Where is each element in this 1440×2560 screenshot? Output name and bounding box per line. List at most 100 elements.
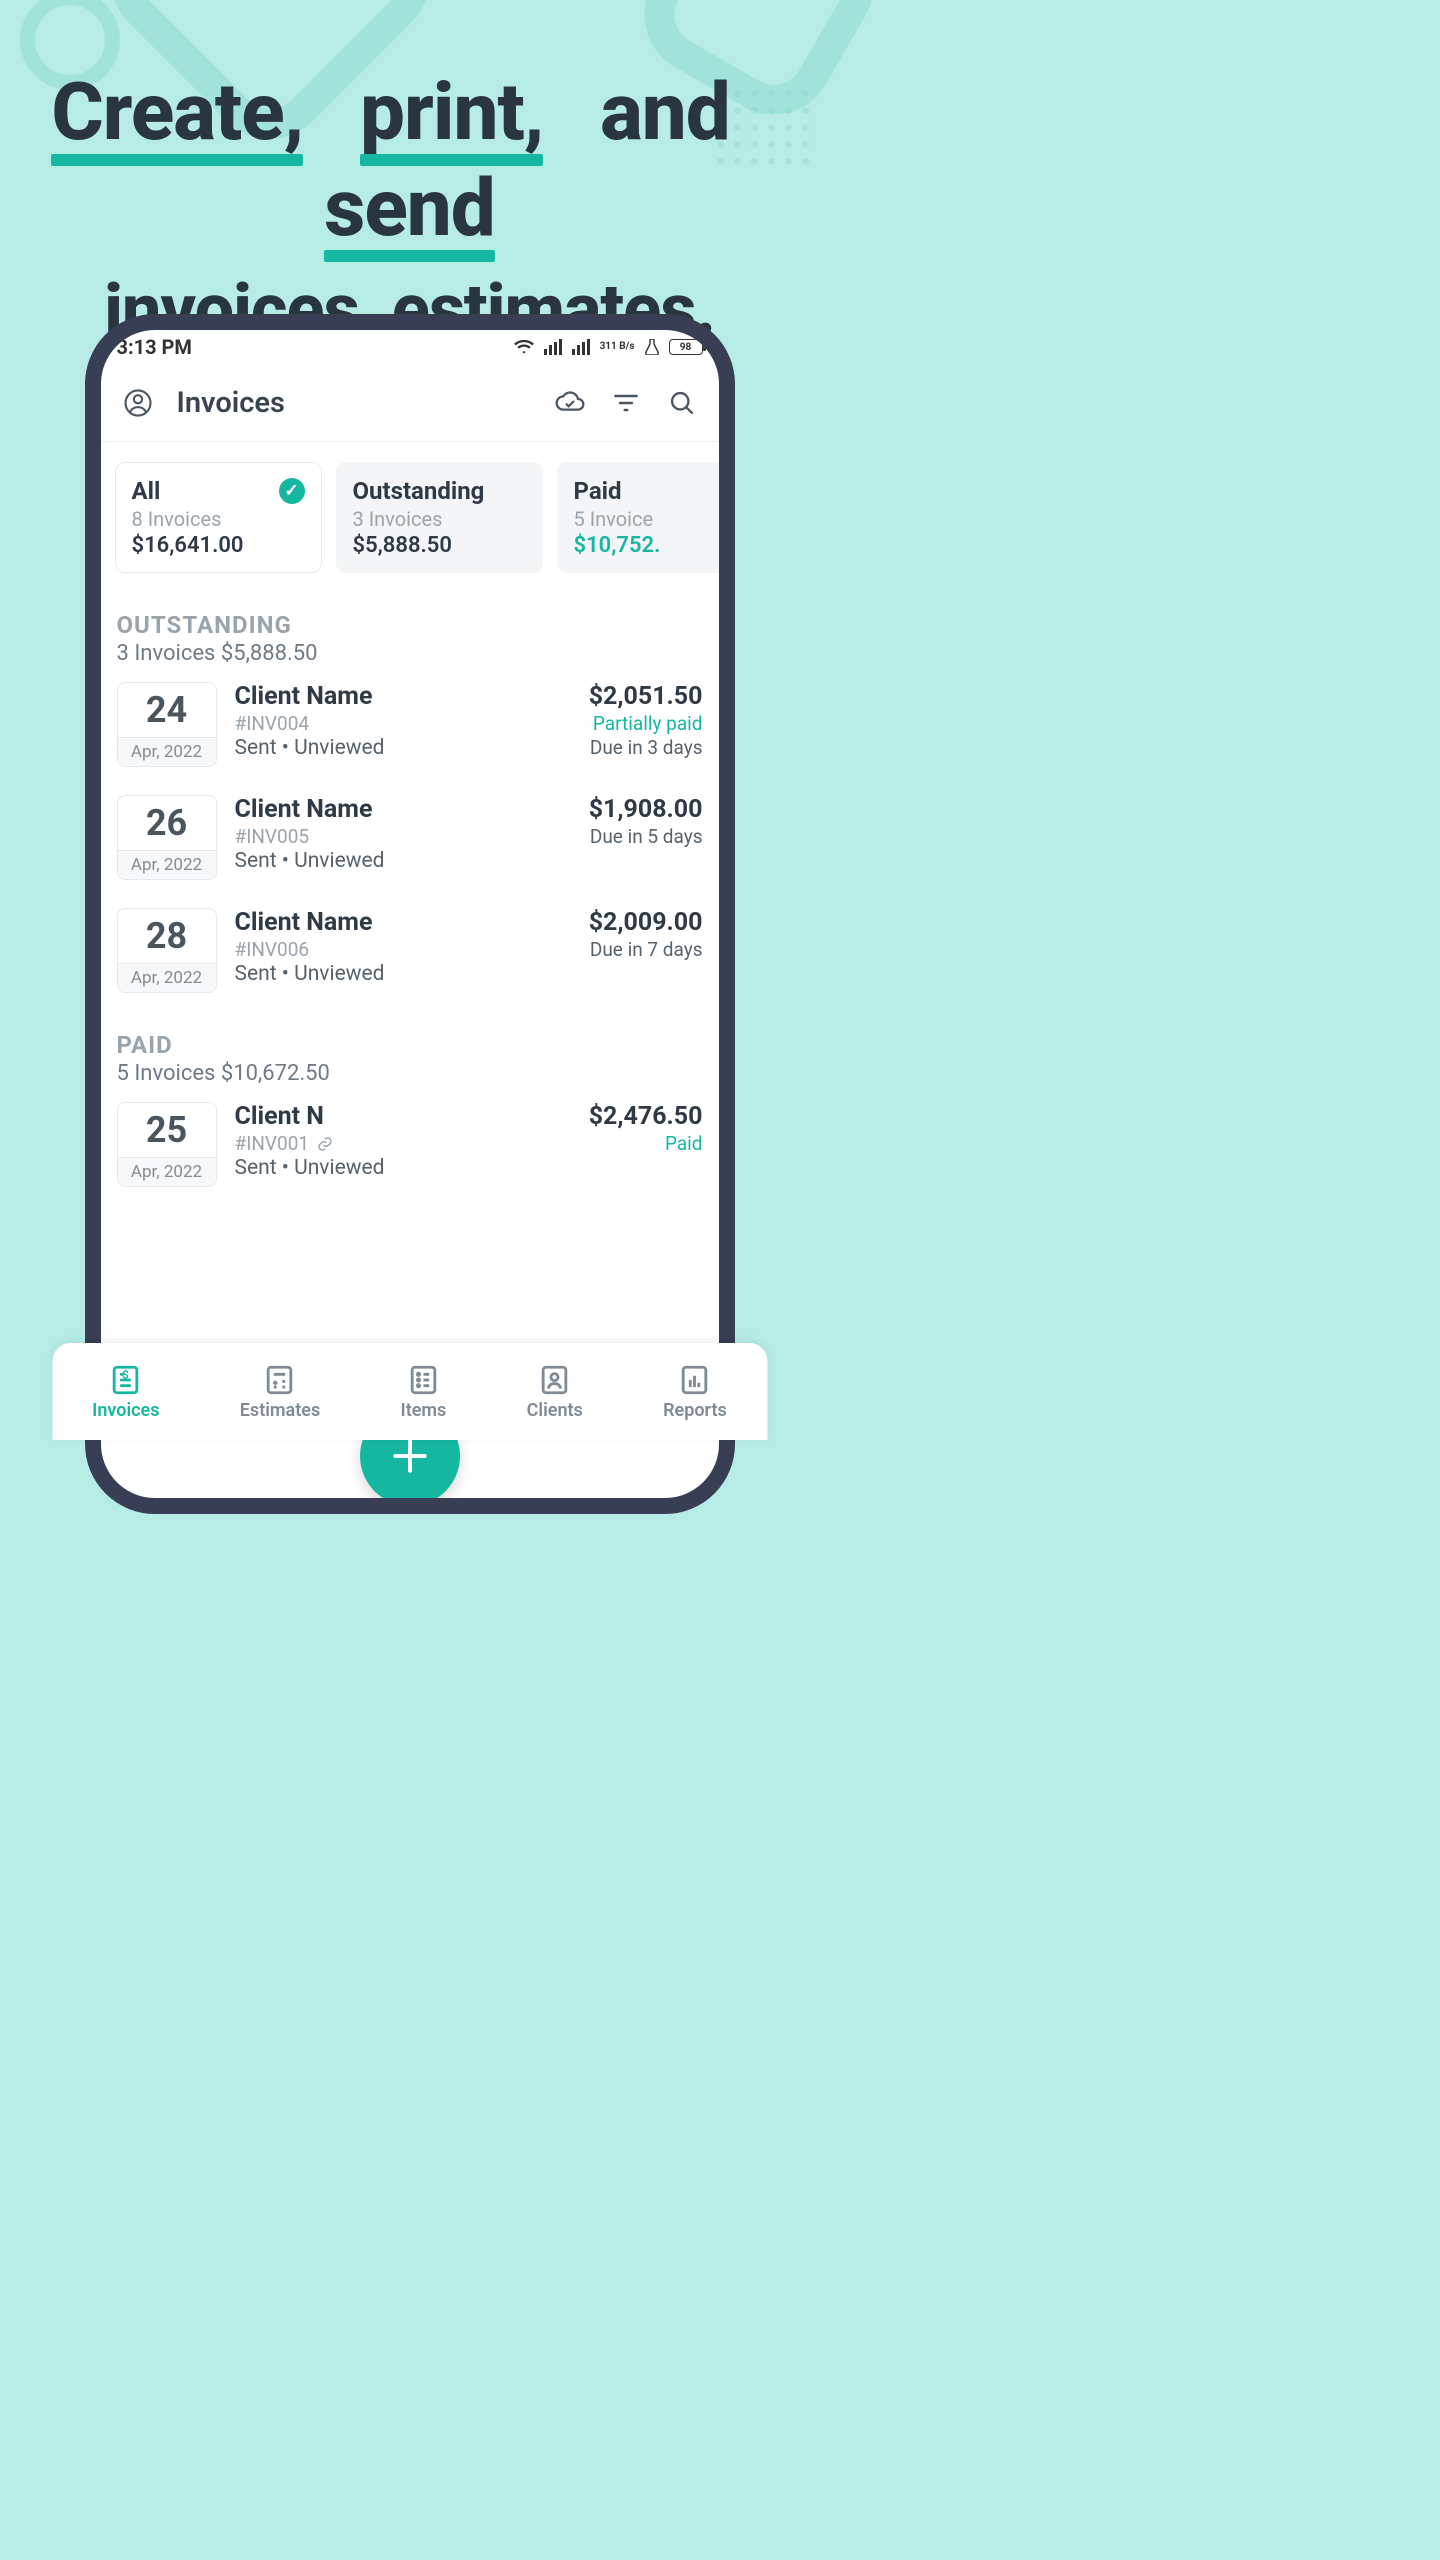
filter-icon[interactable] xyxy=(609,386,643,420)
invoice-due: Due in 5 days xyxy=(589,825,703,848)
invoice-row[interactable]: 28 Apr, 2022 Client Name #INV006 Sent • … xyxy=(101,894,719,1007)
search-icon[interactable] xyxy=(665,386,699,420)
section-subtitle: 3 Invoices $5,888.50 xyxy=(117,641,703,666)
tab-label: Estimates xyxy=(240,1400,320,1421)
invoice-row[interactable]: 25 Apr, 2022 Client N #INV001 Sent • Unv… xyxy=(101,1088,719,1201)
invoice-amount: $2,476.50 xyxy=(589,1102,703,1131)
tab-invoices[interactable]: $ Invoices xyxy=(92,1363,159,1421)
filter-sub: 3 Invoices xyxy=(353,507,526,531)
headline: Create, print, and send invoices, estima… xyxy=(0,0,819,352)
client-name: Client Name xyxy=(235,682,571,711)
invoice-number: #INV006 xyxy=(235,938,571,961)
invoice-status: Sent • Unviewed xyxy=(235,736,571,760)
headline-word: and xyxy=(600,65,730,159)
filter-card-paid[interactable]: Paid 5 Invoice $10,752. xyxy=(557,462,719,573)
invoice-details: Client N #INV001 Sent • Unviewed xyxy=(235,1102,571,1180)
invoice-amount: $2,009.00 xyxy=(589,908,703,937)
section-outstanding: OUTSTANDING 3 Invoices $5,888.50 xyxy=(101,587,719,668)
filter-title: Paid xyxy=(574,477,622,505)
date-day: 26 xyxy=(118,796,216,850)
invoice-due: Due in 7 days xyxy=(589,938,703,961)
items-icon xyxy=(406,1363,440,1397)
filter-sub: 5 Invoice xyxy=(574,507,719,531)
tab-bar: $ Invoices Estimates Items Clients Repor… xyxy=(52,1343,767,1440)
status-bar: 3:13 PM 311 B/s 98 xyxy=(101,330,719,364)
invoice-due: Due in 3 days xyxy=(589,736,703,759)
tab-reports[interactable]: Reports xyxy=(663,1363,727,1421)
headline-word: send xyxy=(324,160,494,256)
wifi-icon xyxy=(514,339,534,355)
svg-text:$: $ xyxy=(123,1367,129,1381)
invoice-status: Sent • Unviewed xyxy=(235,849,571,873)
invoice-row[interactable]: 26 Apr, 2022 Client Name #INV005 Sent • … xyxy=(101,781,719,894)
invoice-note: Partially paid xyxy=(589,712,703,735)
date-tile: 25 Apr, 2022 xyxy=(117,1102,217,1187)
date-tile: 24 Apr, 2022 xyxy=(117,682,217,767)
invoice-note: Paid xyxy=(589,1132,703,1155)
date-day: 28 xyxy=(118,909,216,963)
app-header: Invoices xyxy=(101,364,719,442)
headline-space xyxy=(562,65,581,159)
tab-label: Items xyxy=(401,1400,447,1421)
profile-icon[interactable] xyxy=(121,386,155,420)
tab-label: Clients xyxy=(527,1400,583,1421)
headline-word: Create, xyxy=(51,64,303,160)
date-month: Apr, 2022 xyxy=(118,850,216,879)
invoice-row[interactable]: 24 Apr, 2022 Client Name #INV004 Sent • … xyxy=(101,668,719,781)
status-time: 3:13 PM xyxy=(117,335,192,359)
headline-space xyxy=(749,65,768,159)
headline-word: print, xyxy=(360,64,543,160)
client-name: Client Name xyxy=(235,795,571,824)
date-tile: 26 Apr, 2022 xyxy=(117,795,217,880)
filter-amount: $10,752. xyxy=(574,533,719,558)
section-subtitle: 5 Invoices $10,672.50 xyxy=(117,1061,703,1086)
net-speed: 311 B/s xyxy=(600,342,635,352)
invoice-status: Sent • Unviewed xyxy=(235,1156,571,1180)
tab-clients[interactable]: Clients xyxy=(527,1363,583,1421)
date-tile: 28 Apr, 2022 xyxy=(117,908,217,993)
invoice-icon: $ xyxy=(109,1363,143,1397)
status-icons: 311 B/s 98 xyxy=(514,339,703,355)
invoice-summary: $1,908.00 Due in 5 days xyxy=(589,795,703,848)
date-day: 24 xyxy=(118,683,216,737)
filter-row[interactable]: All✓ 8 Invoices $16,641.00 Outstanding 3… xyxy=(101,442,719,587)
invoice-details: Client Name #INV006 Sent • Unviewed xyxy=(235,908,571,986)
flask-icon xyxy=(645,339,659,355)
check-icon: ✓ xyxy=(279,478,305,504)
invoice-amount: $2,051.50 xyxy=(589,682,703,711)
filter-card-all[interactable]: All✓ 8 Invoices $16,641.00 xyxy=(115,462,322,573)
reports-icon xyxy=(678,1363,712,1397)
date-month: Apr, 2022 xyxy=(118,1157,216,1186)
date-day: 25 xyxy=(118,1103,216,1157)
invoice-summary: $2,009.00 Due in 7 days xyxy=(589,908,703,961)
clients-icon xyxy=(538,1363,572,1397)
estimate-icon xyxy=(263,1363,297,1397)
client-name: Client N xyxy=(235,1102,571,1131)
signal-icon xyxy=(572,339,590,355)
cloud-sync-icon[interactable] xyxy=(553,386,587,420)
invoice-number: #INV004 xyxy=(235,712,571,735)
filter-title: All xyxy=(132,477,161,505)
section-title: OUTSTANDING xyxy=(117,611,703,639)
invoice-summary: $2,051.50 Partially paid Due in 3 days xyxy=(589,682,703,759)
filter-sub: 8 Invoices xyxy=(132,507,305,531)
tab-label: Invoices xyxy=(92,1400,159,1421)
invoice-summary: $2,476.50 Paid xyxy=(589,1102,703,1155)
invoice-details: Client Name #INV004 Sent • Unviewed xyxy=(235,682,571,760)
headline-space xyxy=(322,65,341,159)
invoice-number: #INV005 xyxy=(235,825,571,848)
date-month: Apr, 2022 xyxy=(118,737,216,766)
filter-amount: $5,888.50 xyxy=(353,533,526,558)
invoice-details: Client Name #INV005 Sent • Unviewed xyxy=(235,795,571,873)
section-title: PAID xyxy=(117,1031,703,1059)
phone-frame: 3:13 PM 311 B/s 98 Invoices xyxy=(85,314,735,1514)
tab-estimates[interactable]: Estimates xyxy=(240,1363,320,1421)
tab-items[interactable]: Items xyxy=(401,1363,447,1421)
filter-card-outstanding[interactable]: Outstanding 3 Invoices $5,888.50 xyxy=(336,462,543,573)
client-name: Client Name xyxy=(235,908,571,937)
date-month: Apr, 2022 xyxy=(118,963,216,992)
plus-icon xyxy=(388,1434,432,1478)
battery-level: 98 xyxy=(680,342,691,353)
section-paid: PAID 5 Invoices $10,672.50 xyxy=(101,1007,719,1088)
invoice-number: #INV001 xyxy=(235,1132,310,1155)
